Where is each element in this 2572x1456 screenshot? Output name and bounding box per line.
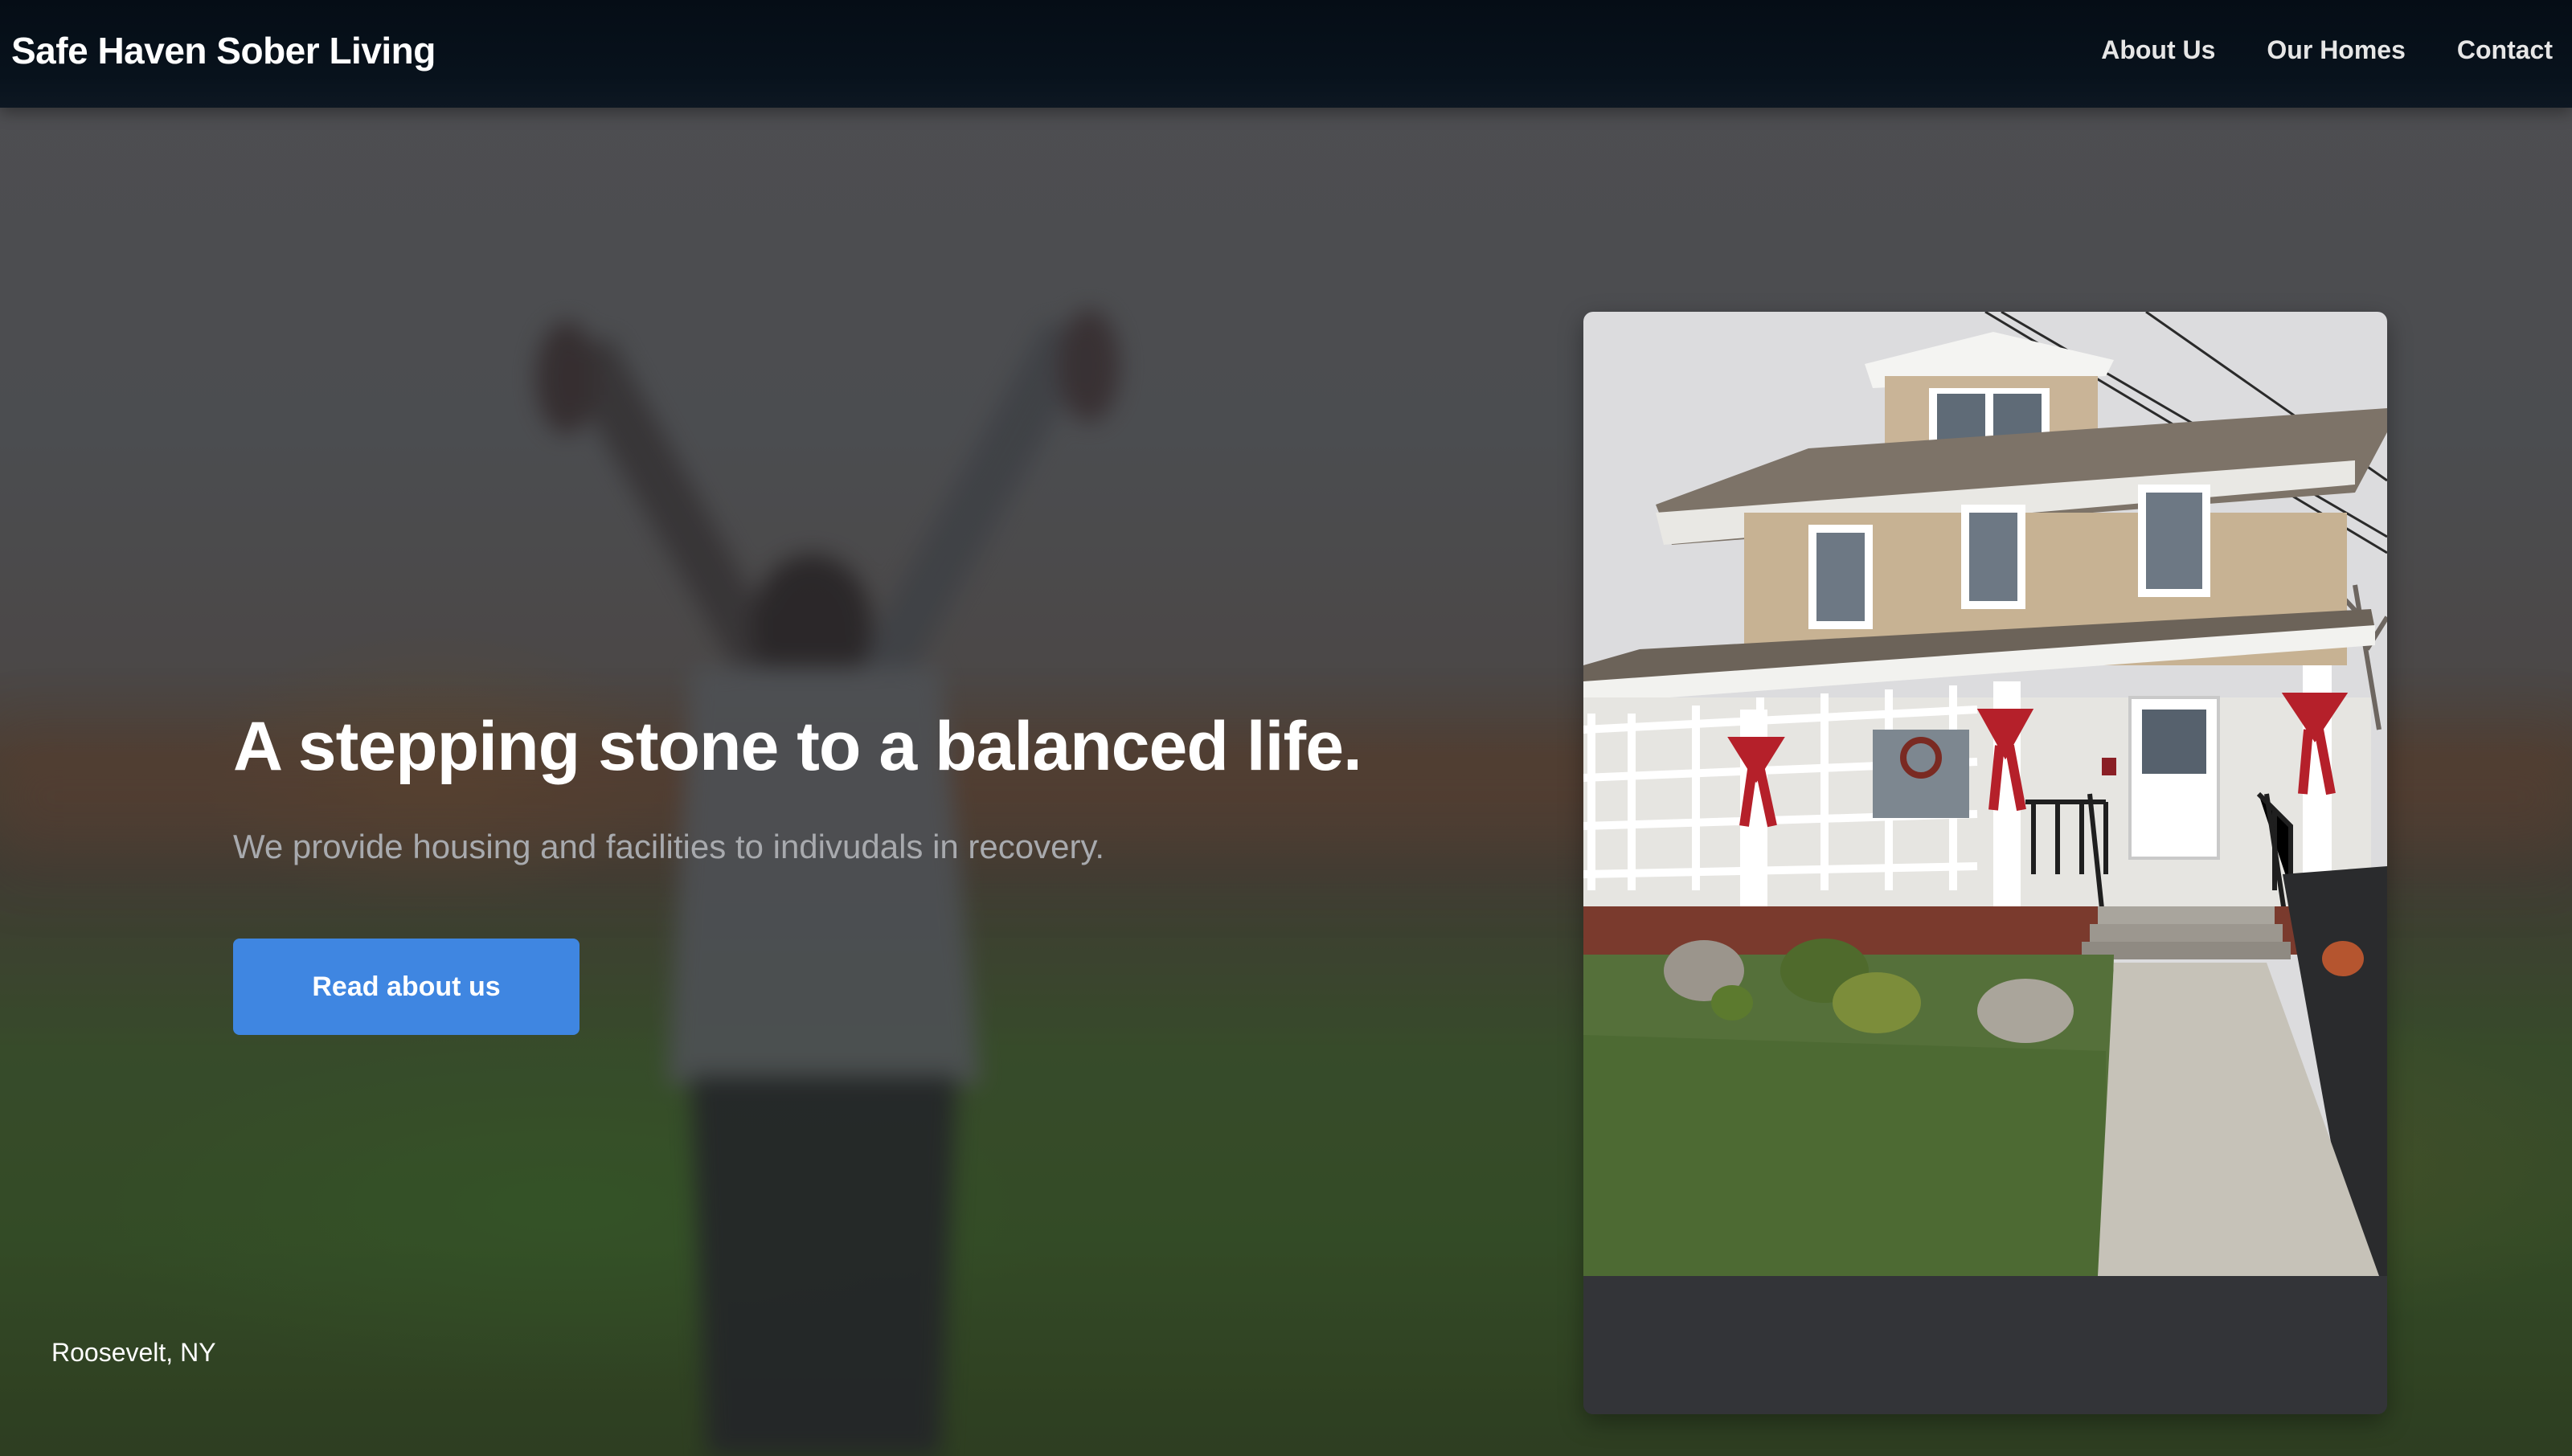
top-navbar: Safe Haven Sober Living About Us Our Hom… bbox=[0, 0, 2572, 108]
nav-link-about-us[interactable]: About Us bbox=[2101, 35, 2215, 65]
nav-links: About Us Our Homes Contact bbox=[2101, 35, 2553, 65]
nav-link-our-homes[interactable]: Our Homes bbox=[2267, 35, 2405, 65]
home-location-label: Roosevelt, NY bbox=[51, 1338, 216, 1367]
read-about-us-button[interactable]: Read about us bbox=[233, 939, 580, 1035]
featured-home-card[interactable] bbox=[1583, 312, 2387, 1414]
home-caption-bar bbox=[1583, 1284, 2387, 1414]
hero-headline: A stepping stone to a balanced life. bbox=[233, 708, 1362, 785]
hero-subheadline: We provide housing and facilities to ind… bbox=[233, 828, 1105, 865]
brand-logo-text[interactable]: Safe Haven Sober Living bbox=[11, 29, 436, 72]
nav-link-contact[interactable]: Contact bbox=[2457, 35, 2553, 65]
page: Safe Haven Sober Living About Us Our Hom… bbox=[0, 0, 2572, 1456]
house-photo bbox=[1583, 312, 2387, 1276]
